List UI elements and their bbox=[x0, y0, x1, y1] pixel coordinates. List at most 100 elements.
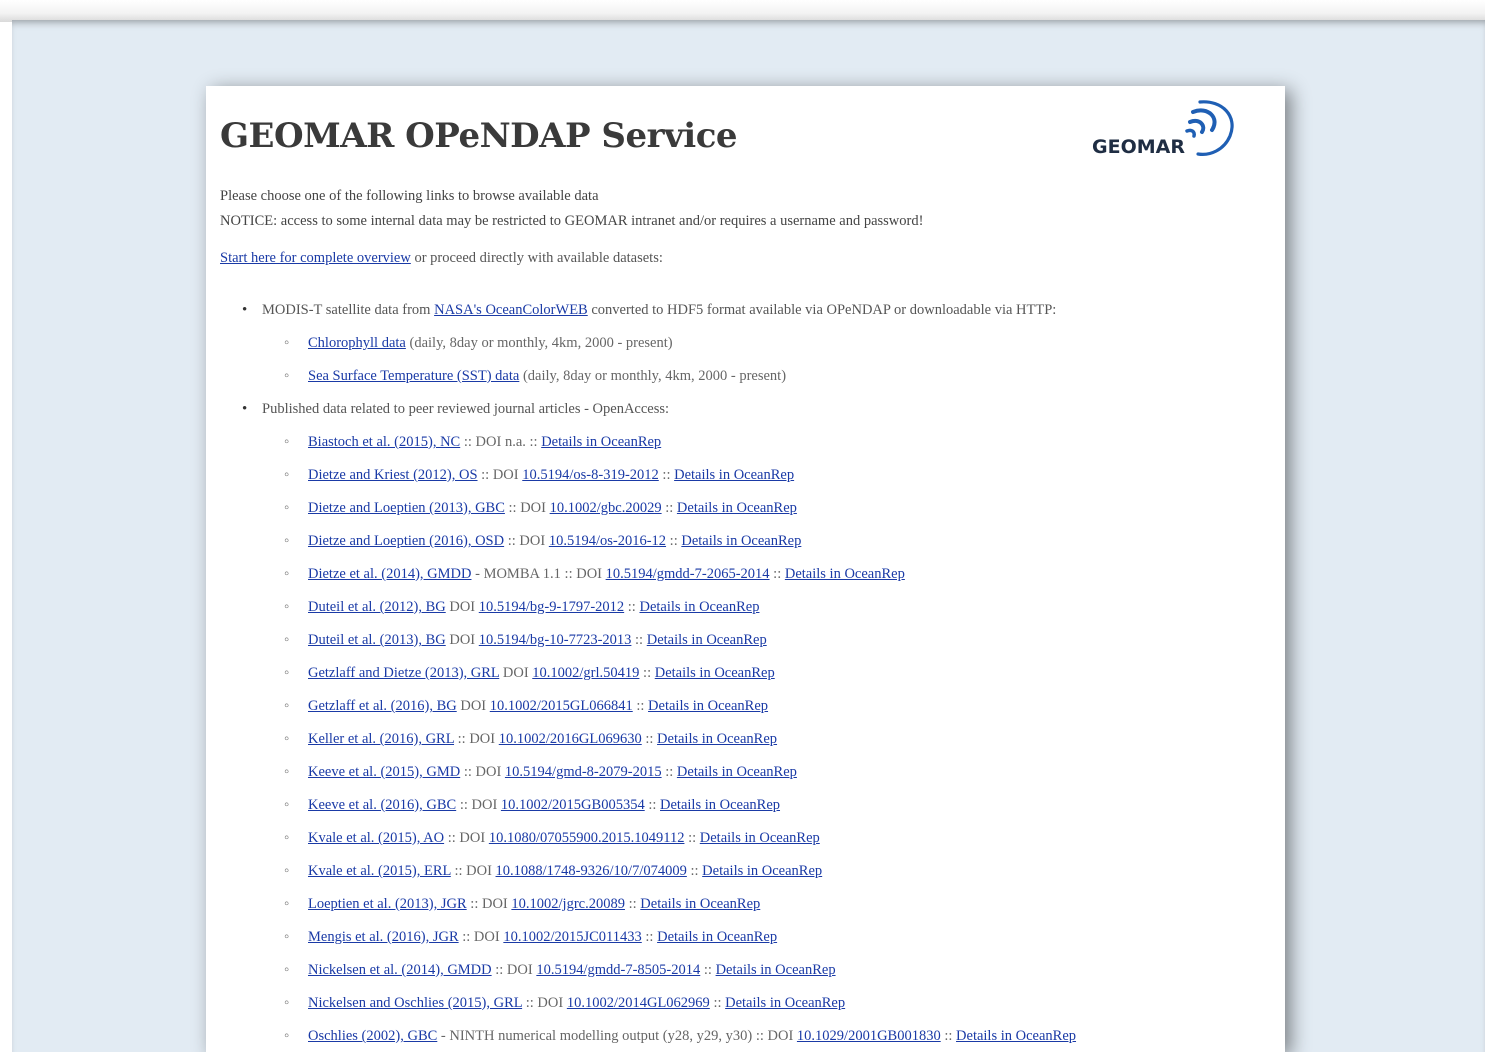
doi-link[interactable]: 10.5194/gmdd-7-8505-2014 bbox=[536, 962, 700, 978]
geomar-logo-text: GEOMAR bbox=[1092, 136, 1185, 158]
separator: :: bbox=[641, 731, 658, 747]
list-item: Biastoch et al. (2015), NC :: DOI n.a. :… bbox=[220, 426, 1076, 459]
doi-link[interactable]: 10.1088/1748-9326/10/7/074009 bbox=[496, 863, 687, 879]
oceanrep-details-link[interactable]: Details in OceanRep bbox=[956, 1028, 1076, 1044]
doi-link[interactable]: 10.5194/bg-10-7723-2013 bbox=[479, 632, 632, 648]
publication-link[interactable]: Duteil et al. (2012), BG bbox=[308, 599, 446, 615]
oceanrep-details-link[interactable]: Details in OceanRep bbox=[657, 929, 777, 945]
publication-link[interactable]: Dietze et al. (2014), GMDD bbox=[308, 566, 471, 582]
publication-link[interactable]: Dietze and Loeptien (2013), GBC bbox=[308, 500, 505, 516]
start-line-rest: or proceed directly with available datas… bbox=[410, 250, 663, 266]
publication-link[interactable]: Keeve et al. (2015), GMD bbox=[308, 764, 460, 780]
oceanrep-details-link[interactable]: Details in OceanRep bbox=[725, 995, 845, 1011]
publication-link[interactable]: Kvale et al. (2015), ERL bbox=[308, 863, 451, 879]
publication-link[interactable]: Loeptien et al. (2013), JGR bbox=[308, 896, 467, 912]
doi-label: :: DOI bbox=[456, 797, 501, 813]
dataset-list: MODIS-T satellite data from NASA's Ocean… bbox=[220, 294, 1076, 1052]
doi-link[interactable]: 10.1002/2015GB005354 bbox=[501, 797, 645, 813]
oceancolorweb-link[interactable]: NASA's OceanColorWEB bbox=[434, 302, 588, 318]
doi-link[interactable]: 10.1002/2015GL066841 bbox=[490, 698, 633, 714]
dataset-note: (daily, 8day or monthly, 4km, 2000 - pre… bbox=[405, 335, 673, 351]
oceanrep-details-link[interactable]: Details in OceanRep bbox=[716, 962, 836, 978]
doi-link[interactable]: 10.1002/gbc.20029 bbox=[550, 500, 662, 516]
oceanrep-details-link[interactable]: Details in OceanRep bbox=[541, 434, 661, 450]
separator: :: bbox=[661, 500, 677, 516]
list-item: Mengis et al. (2016), JGR :: DOI 10.1002… bbox=[220, 921, 1076, 954]
publication-link[interactable]: Oschlies (2002), GBC bbox=[308, 1028, 437, 1044]
list-item: Getzlaff et al. (2016), BG DOI 10.1002/2… bbox=[220, 690, 1076, 723]
list-item: Chlorophyll data (daily, 8day or monthly… bbox=[220, 327, 1076, 360]
publication-link[interactable]: Keller et al. (2016), GRL bbox=[308, 731, 454, 747]
modis-section: MODIS-T satellite data from NASA's Ocean… bbox=[220, 294, 1076, 393]
doi-label: :: DOI bbox=[454, 731, 499, 747]
list-item: Loeptien et al. (2013), JGR :: DOI 10.10… bbox=[220, 888, 1076, 921]
published-section: Published data related to peer reviewed … bbox=[220, 393, 1076, 1052]
publication-link[interactable]: Dietze and Loeptien (2016), OSD bbox=[308, 533, 504, 549]
sst-data-link[interactable]: Sea Surface Temperature (SST) data bbox=[308, 368, 519, 384]
doi-link[interactable]: 10.1002/2014GL062969 bbox=[567, 995, 710, 1011]
doi-label: :: DOI bbox=[504, 500, 550, 516]
chlorophyll-data-link[interactable]: Chlorophyll data bbox=[308, 335, 406, 351]
publication-link[interactable]: Nickelsen et al. (2014), GMDD bbox=[308, 962, 492, 978]
separator: :: bbox=[639, 665, 655, 681]
separator: :: bbox=[631, 632, 647, 648]
list-item: Dietze and Kriest (2012), OS :: DOI 10.5… bbox=[220, 459, 1076, 492]
oceanrep-details-link[interactable]: Details in OceanRep bbox=[681, 533, 801, 549]
doi-link[interactable]: 10.1002/jgrc.20089 bbox=[511, 896, 625, 912]
doi-link[interactable]: 10.5194/gmdd-7-2065-2014 bbox=[606, 566, 770, 582]
publication-link[interactable]: Biastoch et al. (2015), NC bbox=[308, 434, 460, 450]
doi-link[interactable]: 10.1080/07055900.2015.1049112 bbox=[489, 830, 685, 846]
list-item: Nickelsen et al. (2014), GMDD :: DOI 10.… bbox=[220, 954, 1076, 987]
separator: :: bbox=[641, 929, 658, 945]
doi-label: DOI bbox=[456, 698, 490, 714]
doi-label: :: DOI bbox=[444, 830, 489, 846]
doi-link[interactable]: 10.5194/bg-9-1797-2012 bbox=[479, 599, 624, 615]
list-item: Dietze et al. (2014), GMDD - MOMBA 1.1 :… bbox=[220, 558, 1076, 591]
publication-link[interactable]: Getzlaff et al. (2016), BG bbox=[308, 698, 457, 714]
doi-label: :: DOI bbox=[460, 764, 505, 780]
publication-link[interactable]: Getzlaff and Dietze (2013), GRL bbox=[308, 665, 499, 681]
list-item: Dietze and Loeptien (2013), GBC :: DOI 1… bbox=[220, 492, 1076, 525]
oceanrep-details-link[interactable]: Details in OceanRep bbox=[677, 764, 797, 780]
doi-label: DOI bbox=[445, 632, 479, 648]
oceanrep-details-link[interactable]: Details in OceanRep bbox=[657, 731, 777, 747]
complete-overview-link[interactable]: Start here for complete overview bbox=[220, 250, 411, 266]
publication-link[interactable]: Duteil et al. (2013), BG bbox=[308, 632, 446, 648]
publication-link[interactable]: Mengis et al. (2016), JGR bbox=[308, 929, 459, 945]
modis-suffix: converted to HDF5 format available via O… bbox=[587, 302, 1057, 318]
oceanrep-details-link[interactable]: Details in OceanRep bbox=[647, 632, 767, 648]
doi-link[interactable]: 10.1002/2015JC011433 bbox=[503, 929, 641, 945]
oceanrep-details-link[interactable]: Details in OceanRep bbox=[700, 830, 820, 846]
publication-link[interactable]: Nickelsen and Oschlies (2015), GRL bbox=[308, 995, 522, 1011]
oceanrep-details-link[interactable]: Details in OceanRep bbox=[677, 500, 797, 516]
publication-link[interactable]: Dietze and Kriest (2012), OS bbox=[308, 467, 478, 483]
geomar-swoosh-icon bbox=[1185, 100, 1234, 156]
modis-prefix: MODIS-T satellite data from bbox=[262, 302, 435, 318]
doi-label: DOI bbox=[445, 599, 479, 615]
doi-link[interactable]: 10.5194/os-8-319-2012 bbox=[522, 467, 659, 483]
oceanrep-details-link[interactable]: Details in OceanRep bbox=[640, 896, 760, 912]
oceanrep-details-link[interactable]: Details in OceanRep bbox=[648, 698, 768, 714]
publication-link[interactable]: Kvale et al. (2015), AO bbox=[308, 830, 444, 846]
oceanrep-details-link[interactable]: Details in OceanRep bbox=[674, 467, 794, 483]
separator: :: bbox=[624, 599, 640, 615]
oceanrep-details-link[interactable]: Details in OceanRep bbox=[639, 599, 759, 615]
oceanrep-details-link[interactable]: Details in OceanRep bbox=[785, 566, 905, 582]
publication-link[interactable]: Keeve et al. (2016), GBC bbox=[308, 797, 456, 813]
list-item: Dietze and Loeptien (2016), OSD :: DOI 1… bbox=[220, 525, 1076, 558]
list-item: Keeve et al. (2015), GMD :: DOI 10.5194/… bbox=[220, 756, 1076, 789]
oceanrep-details-link[interactable]: Details in OceanRep bbox=[660, 797, 780, 813]
doi-link[interactable]: 10.1002/grl.50419 bbox=[532, 665, 639, 681]
doi-link[interactable]: 10.5194/os-2016-12 bbox=[549, 533, 666, 549]
list-item: Keeve et al. (2016), GBC :: DOI 10.1002/… bbox=[220, 789, 1076, 822]
doi-link[interactable]: 10.1002/2016GL069630 bbox=[499, 731, 642, 747]
doi-label: :: DOI bbox=[458, 929, 504, 945]
separator: :: bbox=[644, 797, 661, 813]
oceanrep-details-link[interactable]: Details in OceanRep bbox=[702, 863, 822, 879]
doi-link[interactable]: 10.5194/gmd-8-2079-2015 bbox=[505, 764, 662, 780]
oceanrep-details-link[interactable]: Details in OceanRep bbox=[655, 665, 775, 681]
list-item: Oschlies (2002), GBC - NINTH numerical m… bbox=[220, 1020, 1076, 1052]
separator: :: bbox=[684, 830, 700, 846]
separator: :: bbox=[658, 467, 675, 483]
doi-link[interactable]: 10.1029/2001GB001830 bbox=[797, 1028, 941, 1044]
